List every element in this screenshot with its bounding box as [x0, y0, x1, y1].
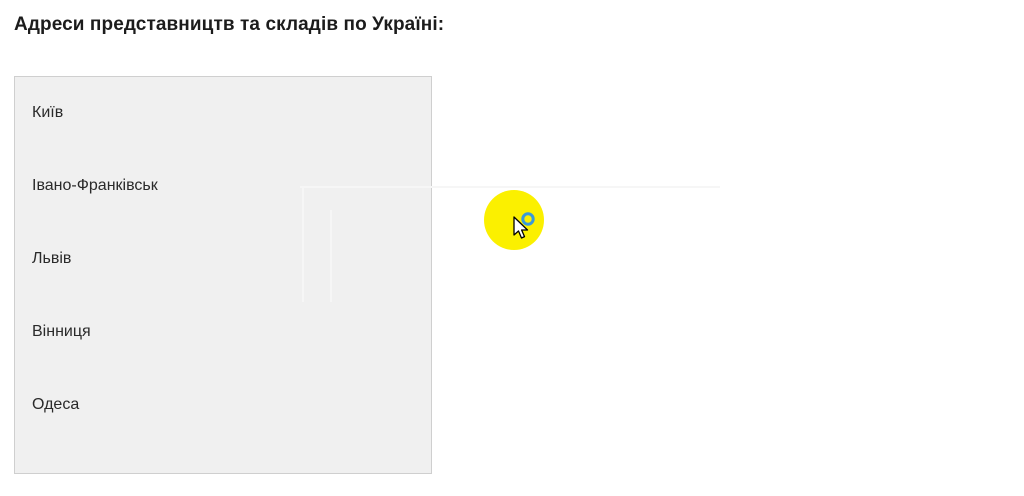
- page-title: Адреси представництв та складів по Украї…: [14, 14, 445, 35]
- city-item-vinnytsia[interactable]: Вінниця: [32, 322, 91, 342]
- map-placeholder-line: [330, 210, 332, 302]
- loading-ring-icon: [521, 212, 535, 226]
- map-placeholder-line: [300, 186, 720, 188]
- city-item-odesa[interactable]: Одеса: [32, 395, 79, 415]
- city-item-lviv[interactable]: Львів: [32, 249, 71, 269]
- page: Адреси представництв та складів по Украї…: [0, 0, 1024, 496]
- city-item-ivano-frankivsk[interactable]: Івано-Франківськ: [32, 176, 158, 196]
- map-placeholder-line: [302, 186, 304, 302]
- city-item-kyiv[interactable]: Київ: [32, 103, 63, 123]
